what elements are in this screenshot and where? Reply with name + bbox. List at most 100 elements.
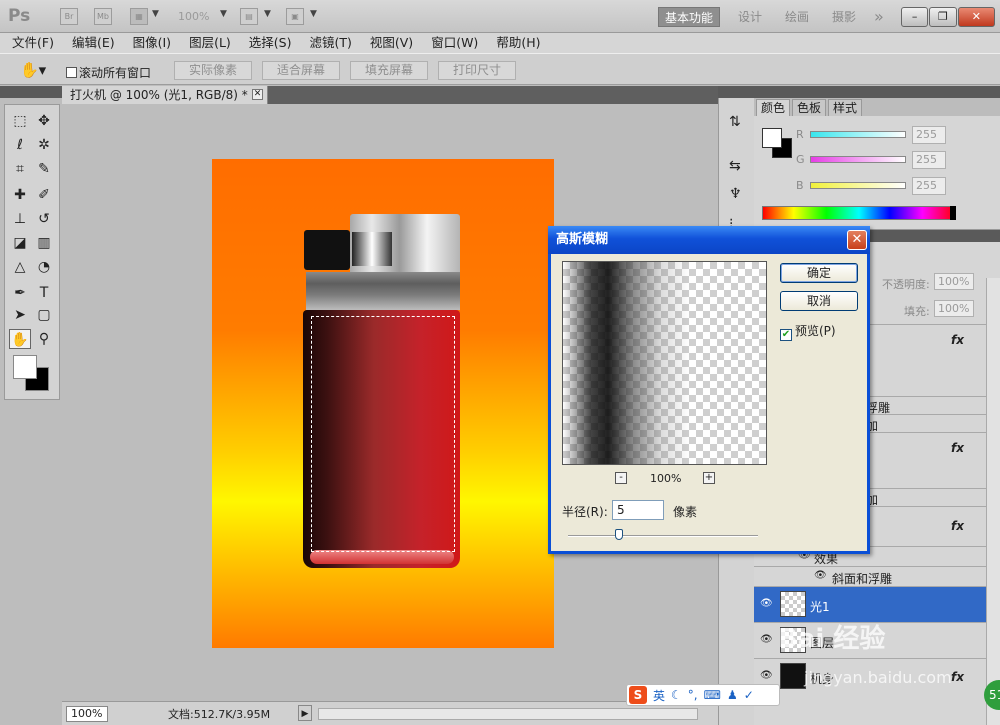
red-slider[interactable]: R 255 — [796, 126, 996, 146]
foreground-color-swatch[interactable] — [13, 355, 37, 379]
tools-panel-header[interactable] — [0, 86, 62, 98]
eye-icon[interactable]: 👁 — [814, 570, 827, 581]
zoom-tool-icon[interactable]: ⚲ — [33, 329, 55, 349]
eyedropper-icon[interactable]: ✎ — [33, 159, 55, 179]
blue-bar[interactable] — [810, 182, 906, 189]
workspace-more-icon[interactable]: » — [874, 7, 884, 27]
fit-screen-button[interactable]: 适合屏幕 — [262, 61, 340, 80]
ok-button[interactable]: 确定 — [780, 263, 858, 283]
user-icon[interactable]: ♟ — [727, 688, 738, 702]
print-size-button[interactable]: 打印尺寸 — [438, 61, 516, 80]
chevron-down-icon[interactable]: ▼ — [310, 9, 317, 19]
clone-source-icon[interactable]: ♆ — [729, 186, 742, 202]
menu-window[interactable]: 窗口(W) — [431, 33, 478, 53]
history-brush-icon[interactable]: ↺ — [33, 209, 55, 229]
pen-tool-icon[interactable]: ✒ — [9, 283, 31, 303]
move-tool-icon[interactable]: ✥ — [33, 111, 55, 131]
menu-image[interactable]: 图像(I) — [133, 33, 171, 53]
fx-icon[interactable]: fx — [951, 519, 964, 533]
gradient-tool-icon[interactable]: ▥ — [33, 233, 55, 253]
mini-bridge-button[interactable]: Mb — [94, 8, 112, 25]
status-zoom-field[interactable]: 100% — [66, 706, 108, 722]
green-slider[interactable]: G 255 — [796, 151, 996, 171]
dialog-title-bar[interactable]: 高斯模糊 ✕ — [548, 226, 870, 254]
history-panel-icon[interactable]: ⇅ — [729, 114, 741, 130]
punctuation-icon[interactable]: °, — [688, 688, 698, 702]
eye-icon[interactable]: 👁 — [760, 670, 773, 681]
close-icon[interactable]: ✕ — [847, 230, 867, 250]
status-menu-arrow[interactable]: ▶ — [298, 705, 312, 721]
magic-wand-icon[interactable]: ✲ — [33, 135, 55, 155]
radius-input[interactable]: 5 — [612, 500, 664, 520]
hand-tool-icon[interactable]: ✋▾ — [20, 61, 46, 79]
clone-stamp-icon[interactable]: ⊥ — [9, 209, 31, 229]
close-icon[interactable]: ✕ — [252, 89, 263, 100]
tab-color[interactable]: 颜色 — [756, 99, 791, 116]
strip-header[interactable] — [718, 86, 754, 98]
close-icon[interactable]: ✕ — [957, 7, 995, 27]
chevron-down-icon[interactable]: ▼ — [264, 9, 271, 19]
ime-toolbar[interactable]: S 英 ☾ °, ⌨ ♟ ✓ — [626, 684, 780, 706]
eraser-icon[interactable]: ◪ — [9, 233, 31, 253]
ime-mode[interactable]: 英 — [653, 687, 665, 704]
blur-tool-icon[interactable]: △ — [9, 257, 31, 277]
menu-help[interactable]: 帮助(H) — [496, 33, 540, 53]
chevron-down-icon[interactable]: ▼ — [152, 9, 159, 19]
keyboard-icon[interactable]: ⌨ — [704, 688, 721, 702]
zoom-level[interactable]: 100% — [178, 10, 209, 23]
lasso-tool-icon[interactable]: ℓ — [9, 135, 31, 155]
brush-tool-icon[interactable]: ✐ — [33, 185, 55, 205]
zoom-out-button[interactable]: - — [615, 472, 627, 484]
preview-checkbox[interactable]: ✔ 预览(P) — [780, 322, 836, 341]
tab-swatches[interactable]: 色板 — [792, 99, 827, 116]
menu-view[interactable]: 视图(V) — [370, 33, 413, 53]
cancel-button[interactable]: 取消 — [780, 291, 858, 311]
moon-icon[interactable]: ☾ — [671, 688, 682, 702]
menu-select[interactable]: 选择(S) — [249, 33, 292, 53]
menu-edit[interactable]: 编辑(E) — [72, 33, 115, 53]
workspace-photography[interactable]: 摄影 — [832, 7, 856, 27]
layer-row-light1[interactable]: 👁 光1 — [754, 586, 1000, 622]
fx-icon[interactable]: fx — [951, 333, 964, 347]
tab-styles[interactable]: 样式 — [828, 99, 863, 116]
path-selection-icon[interactable]: ➤ — [9, 305, 31, 325]
view-extras-icon[interactable]: ▦ — [130, 8, 148, 25]
blue-value[interactable]: 255 — [912, 177, 946, 195]
menu-layer[interactable]: 图层(L) — [189, 33, 231, 53]
effect-row[interactable]: 👁 斜面和浮雕 — [754, 566, 1000, 586]
green-bar[interactable] — [810, 156, 906, 163]
fill-field[interactable]: 100% — [934, 300, 974, 317]
healing-brush-icon[interactable]: ✚ — [9, 185, 31, 205]
scroll-all-windows-checkbox[interactable]: 滚动所有窗口 — [66, 64, 151, 81]
eye-icon[interactable]: 👁 — [760, 634, 773, 645]
marquee-tool-icon[interactable]: ⬚ — [9, 111, 31, 131]
eye-icon[interactable]: 👁 — [760, 598, 773, 609]
menu-file[interactable]: 文件(F) — [12, 33, 54, 53]
type-tool-icon[interactable]: T — [33, 283, 55, 303]
opacity-field[interactable]: 100% — [934, 273, 974, 290]
menu-filter[interactable]: 滤镜(T) — [309, 33, 351, 53]
chevron-down-icon[interactable]: ▼ — [220, 9, 227, 19]
red-bar[interactable] — [810, 131, 906, 138]
bridge-button[interactable]: Br — [60, 8, 78, 25]
color-spectrum[interactable] — [762, 206, 956, 220]
workspace-essentials[interactable]: 基本功能 — [658, 7, 720, 27]
hand-tool-icon[interactable]: ✋ — [9, 329, 31, 349]
wrench-icon[interactable]: ✓ — [744, 688, 754, 702]
restore-icon[interactable]: ❐ — [929, 7, 957, 27]
fill-screen-button[interactable]: 填充屏幕 — [350, 61, 428, 80]
layers-scrollbar[interactable] — [986, 278, 1000, 725]
radius-slider-thumb[interactable] — [615, 529, 624, 540]
minimize-icon[interactable]: – — [901, 7, 929, 27]
right-panel-header[interactable] — [754, 86, 1000, 98]
shape-tool-icon[interactable]: ▢ — [33, 305, 55, 325]
red-value[interactable]: 255 — [912, 126, 946, 144]
arrange-documents-icon[interactable]: ▤ — [240, 8, 258, 25]
dodge-tool-icon[interactable]: ◔ — [33, 257, 55, 277]
workspace-design[interactable]: 设计 — [738, 7, 762, 27]
crop-tool-icon[interactable]: ⌗ — [9, 159, 31, 179]
horizontal-scrollbar[interactable] — [318, 708, 698, 720]
brush-panel-icon[interactable]: ⇆ — [729, 158, 741, 174]
document-tab[interactable]: 打火机 @ 100% (光1, RGB/8) * ✕ — [62, 86, 268, 104]
screen-mode-icon[interactable]: ▣ — [286, 8, 304, 25]
